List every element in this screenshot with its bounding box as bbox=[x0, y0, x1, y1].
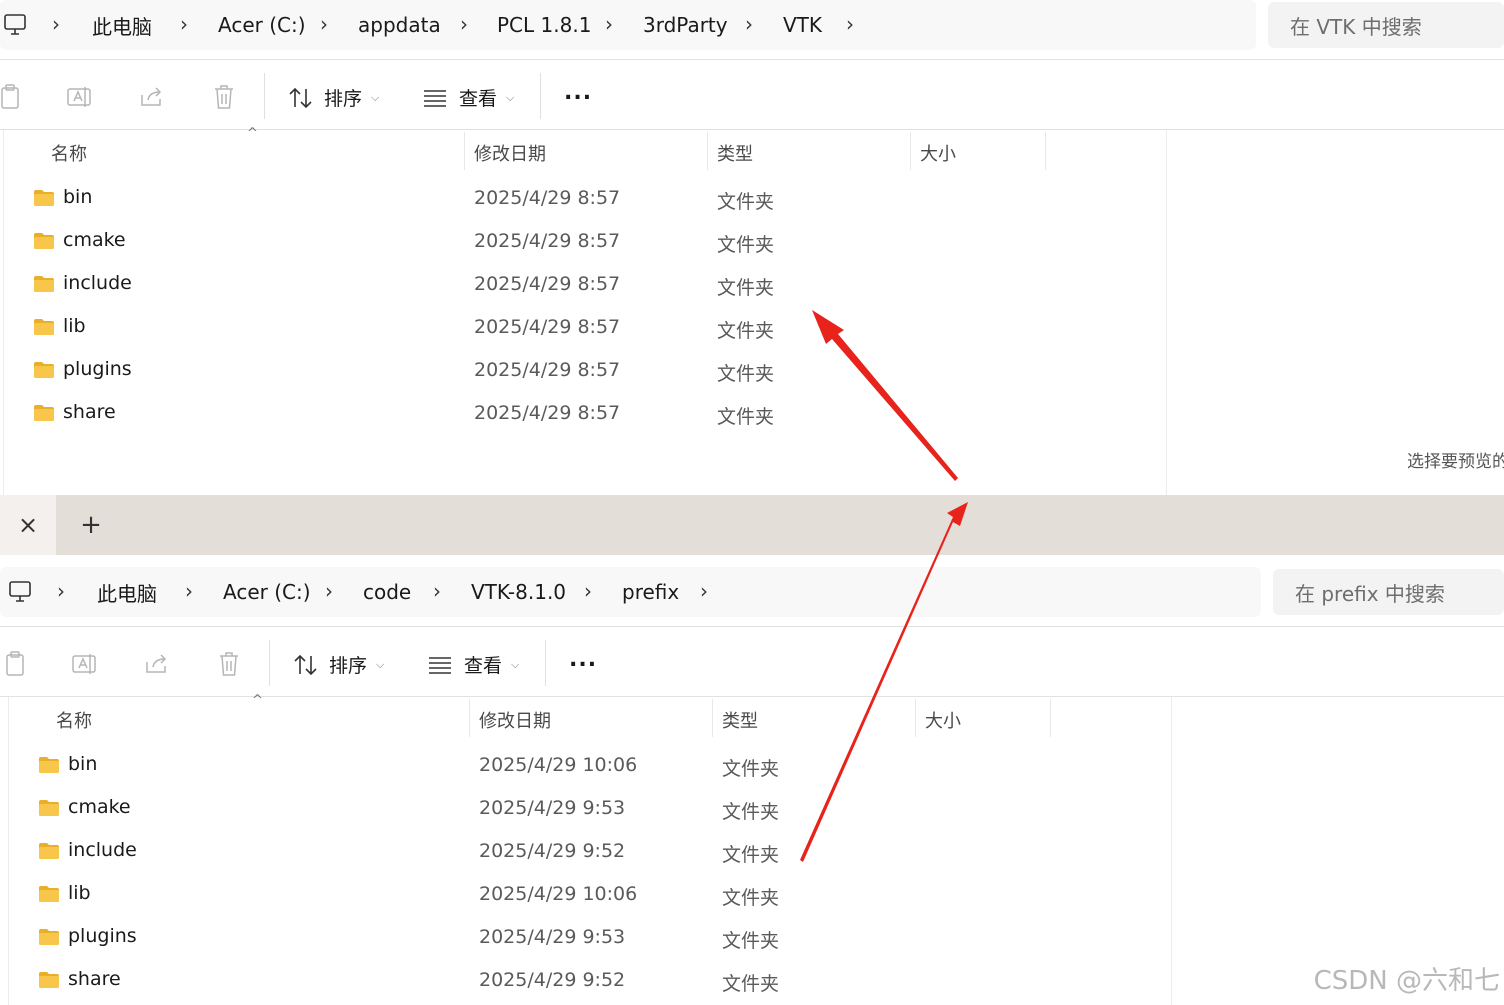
annotation-arrows bbox=[800, 310, 968, 862]
watermark: CSDN @六和七 bbox=[1313, 966, 1500, 996]
red-arrow-up-right bbox=[800, 502, 968, 862]
red-arrow-up-left bbox=[812, 310, 958, 481]
